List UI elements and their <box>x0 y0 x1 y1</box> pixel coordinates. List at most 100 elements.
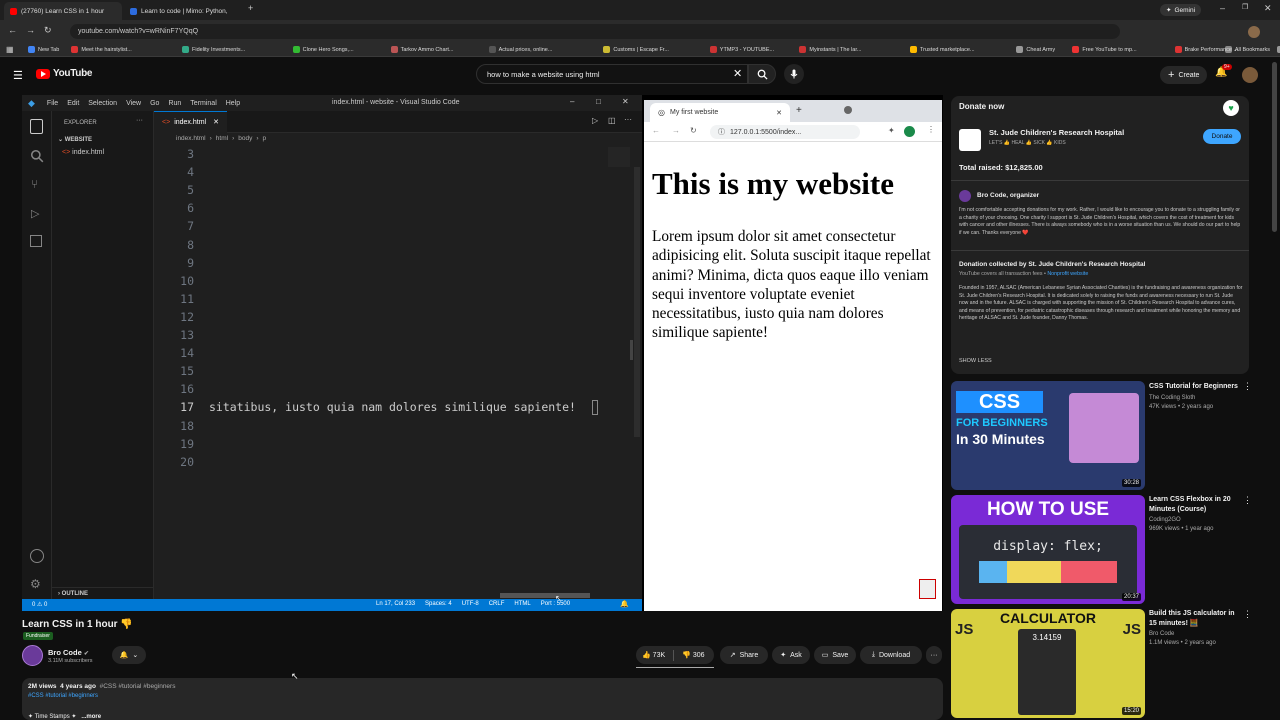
recommendation-thumbnail[interactable]: JS JS CALCULATOR 3.14159 15:20 <box>951 609 1145 718</box>
youtube-logo[interactable]: YouTube <box>36 68 93 79</box>
view-count: 2M views <box>28 683 57 690</box>
editor-horizontal-scrollbar <box>500 593 590 598</box>
recommendation-title[interactable]: Learn CSS Flexbox in 20 Minutes (Course) <box>1149 495 1241 515</box>
recommendation-thumbnail[interactable]: HOW TO USE display: flex; 20:37 <box>951 495 1145 604</box>
html-file-icon: <> <box>162 118 171 126</box>
recommendation-meta: Coding2GO 969K views • 1 year ago <box>1149 516 1213 534</box>
bookmark-item[interactable]: Meet the hairstylist... <box>71 42 132 57</box>
bookmark-item[interactable]: Free YouTube to mp... <box>1072 42 1137 57</box>
like-ratio-bar <box>636 667 714 668</box>
back-icon[interactable]: ← <box>8 25 17 35</box>
bookmark-item[interactable]: Cheat Army <box>1016 42 1055 57</box>
bookmark-item[interactable]: Fidelity Investments... <box>182 42 245 57</box>
page-scrollbar[interactable] <box>1272 62 1277 232</box>
dislike-button[interactable]: 👎 306 <box>682 651 704 659</box>
profile-avatar[interactable] <box>1248 26 1260 38</box>
line-number: 16 <box>180 382 194 397</box>
show-less-link[interactable]: SHOW LESS <box>959 358 992 364</box>
account-avatar[interactable] <box>1242 67 1258 83</box>
url-text: youtube.com/watch?v=wRNinF7YQqQ <box>78 28 199 35</box>
url-input[interactable]: youtube.com/watch?v=wRNinF7YQqQ <box>70 24 1120 39</box>
video-description[interactable]: 2M views 4 years ago #CSS #tutorial #beg… <box>22 678 943 720</box>
like-count: 73K <box>652 652 666 659</box>
download-button[interactable]: ⤓ Download <box>860 646 922 664</box>
donate-button[interactable]: Donate <box>1203 129 1241 144</box>
nonprofit-link[interactable]: Nonprofit website <box>1047 271 1088 277</box>
vscode-editor: <> index.html ✕ ▷ ◫ ··· index.html › html ›… <box>154 110 642 599</box>
voice-search-button[interactable] <box>784 64 804 84</box>
close-icon[interactable]: ✕ <box>1264 3 1272 14</box>
preview-url: ⓘ 127.0.0.1:5500/index... <box>710 125 860 139</box>
info-icon: ⓘ <box>718 129 725 136</box>
channel-name[interactable]: Bro Code ✔ <box>48 648 89 657</box>
like-button[interactable]: 👍 73K <box>642 651 665 659</box>
more-actions-button[interactable]: ··· <box>926 646 942 664</box>
thumb-text: display: flex; <box>993 539 1103 554</box>
account-icon <box>30 549 44 563</box>
folder-label: WEBSITE <box>64 137 93 143</box>
breadcrumb: index.html › html › body › p <box>176 135 266 142</box>
more-dots-icon[interactable]: ⋮ <box>1243 495 1252 506</box>
forward-icon[interactable]: → <box>26 25 35 35</box>
bookmark-favicon-icon <box>71 46 79 53</box>
fees-text: YouTube covers all transaction fees <box>959 271 1043 277</box>
st-jude-logo <box>959 129 981 151</box>
bookmark-label: Trusted marketplace... <box>920 46 975 53</box>
clear-search-icon[interactable]: ✕ <box>733 67 742 80</box>
line-number: 3 <box>187 147 194 161</box>
share-button[interactable]: ↗ Share <box>720 646 768 664</box>
recommendation-thumbnail[interactable]: CSS FOR BEGINNERS In 30 Minutes 30:28 <box>951 381 1145 490</box>
thumb-text: In 30 Minutes <box>956 431 1045 447</box>
maximize-icon[interactable]: ❐ <box>1242 3 1248 11</box>
gemini-button[interactable]: ✦ Gemini <box>1160 4 1202 16</box>
line-number: 8 <box>187 237 194 252</box>
more-dots-icon[interactable]: ⋮ <box>1243 609 1252 620</box>
bookmark-item[interactable]: Actual prices, online... <box>488 42 552 57</box>
recommendation-title[interactable]: CSS Tutorial for Beginners <box>1149 382 1241 392</box>
minimize-icon[interactable]: – <box>1220 3 1225 13</box>
browser-tab-active[interactable]: (27760) Learn CSS in 1 hour <box>4 2 122 20</box>
menu-icon[interactable]: ☰ <box>13 69 23 82</box>
problems-count: 0 ⚠ 0 <box>32 602 48 608</box>
flex-box-blue <box>979 561 1007 583</box>
subscription-bell-button[interactable]: 🔔 ⌄ <box>112 646 146 664</box>
bookmark-item[interactable]: Customs | Escape Fr... <box>603 42 669 57</box>
ask-button[interactable]: ✦ Ask <box>772 646 810 664</box>
heart-icon[interactable]: ♥ <box>1223 100 1239 116</box>
line-number: 18 <box>180 418 194 433</box>
channel-name: Bro Code <box>1149 631 1175 637</box>
vscode-menu-item: File <box>46 99 59 107</box>
bookmarks-bar: ▦ All Bookmarks New Tab Meet the hairstyl… <box>0 42 1280 57</box>
bookmark-item[interactable]: Clone Hero Songs,... <box>292 42 354 57</box>
about-text: Founded in 1957, ALSAC (American Lebanes… <box>959 285 1243 322</box>
new-tab-icon[interactable]: + <box>248 3 253 13</box>
bookmark-item[interactable]: Brake Performance ... <box>1174 42 1238 57</box>
bookmark-favicon-icon <box>1072 46 1080 53</box>
browser-tab[interactable]: Learn to code | Mimo: Python, <box>124 2 244 20</box>
bookmark-label: Customs | Escape Fr... <box>613 46 669 53</box>
bookmark-item[interactable]: Myinstants | The lar... <box>799 42 861 57</box>
hashtag-links[interactable]: #CSS #tutorial #beginners <box>28 693 98 699</box>
create-button[interactable]: + Create <box>1160 66 1208 84</box>
bookmark-item[interactable]: New Tab <box>28 42 59 57</box>
bookmark-item[interactable]: Tarkov Ammo Chart... <box>390 42 453 57</box>
recommendation-title[interactable]: Build this JS calculator in 15 minutes! … <box>1149 609 1241 629</box>
search-button[interactable] <box>748 64 776 84</box>
save-button[interactable]: ▭ Save <box>814 646 856 664</box>
breadcrumb-separator-icon: › <box>232 135 235 142</box>
youtube-logo-text: YouTube <box>53 68 93 79</box>
run-debug-icon: ▷ <box>31 208 40 220</box>
plus-icon: + <box>1168 69 1175 81</box>
bookmark-item[interactable]: Trusted marketplace... <box>910 42 975 57</box>
more-dots-icon[interactable]: ⋮ <box>1243 381 1252 392</box>
reload-icon[interactable]: ↻ <box>44 25 52 36</box>
bookmark-item[interactable]: YTMP3 - YOUTUBE... <box>709 42 774 57</box>
apps-grid-icon[interactable]: ▦ <box>6 45 14 54</box>
channel-avatar[interactable] <box>22 645 43 666</box>
line-number: 20 <box>180 454 194 469</box>
bookmark-favicon-icon <box>709 46 717 53</box>
search-input[interactable]: how to make a website using html <box>476 64 748 84</box>
folder-website: ⌄ WEBSITE <box>58 137 93 143</box>
more-link[interactable]: ...more <box>81 714 101 720</box>
website-preview-window: ◎ My first website ✕ + ← → ↻ ⓘ 127.0.0.1… <box>644 100 942 611</box>
